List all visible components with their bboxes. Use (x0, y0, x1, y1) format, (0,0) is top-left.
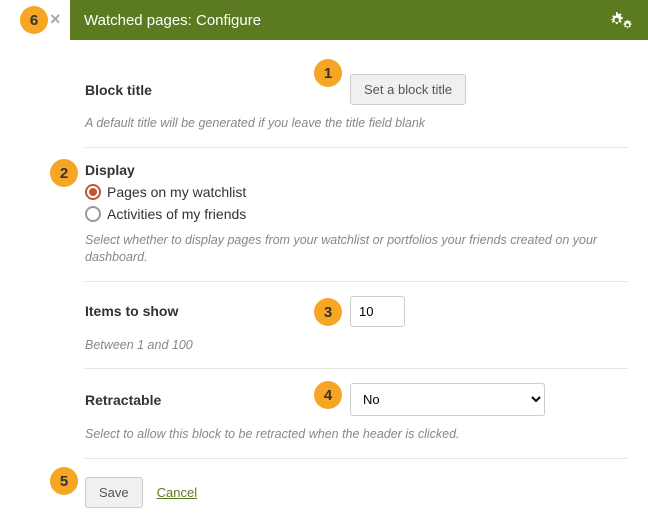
annotation-badge-5: 5 (50, 467, 78, 495)
display-section: Display Pages on my watchlist Activities… (85, 148, 628, 282)
items-to-show-section: Items to show Between 1 and 100 (85, 282, 628, 370)
annotation-badge-1: 1 (314, 59, 342, 87)
actions-row: Save Cancel (85, 477, 628, 508)
retractable-section: Retractable No Select to allow this bloc… (85, 369, 628, 459)
close-icon[interactable]: × (50, 10, 61, 28)
annotation-badge-6: 6 (20, 6, 48, 34)
retractable-help: Select to allow this block to be retract… (85, 426, 628, 444)
radio-friends[interactable]: Activities of my friends (85, 206, 628, 222)
radio-watchlist-label: Pages on my watchlist (107, 184, 246, 200)
block-title-section: Block title Set a block title A default … (85, 60, 628, 148)
block-title-label: Block title (85, 82, 350, 98)
modal-title: Watched pages: Configure (84, 12, 606, 29)
display-label: Display (85, 162, 628, 178)
retractable-select[interactable]: No (350, 383, 545, 416)
cancel-link[interactable]: Cancel (157, 485, 197, 500)
radio-friends-label: Activities of my friends (107, 206, 246, 222)
block-title-help: A default title will be generated if you… (85, 115, 628, 133)
annotation-badge-2: 2 (50, 159, 78, 187)
radio-friends-input[interactable] (85, 206, 101, 222)
set-block-title-button[interactable]: Set a block title (350, 74, 466, 105)
gear-icon[interactable] (606, 10, 634, 30)
items-to-show-help: Between 1 and 100 (85, 337, 628, 355)
retractable-label: Retractable (85, 392, 350, 408)
annotation-badge-3: 3 (314, 298, 342, 326)
save-button[interactable]: Save (85, 477, 143, 508)
radio-watchlist-input[interactable] (85, 184, 101, 200)
annotation-badge-4: 4 (314, 381, 342, 409)
modal-header: Watched pages: Configure (70, 0, 648, 40)
display-help: Select whether to display pages from you… (85, 232, 628, 267)
radio-watchlist[interactable]: Pages on my watchlist (85, 184, 628, 200)
items-to-show-label: Items to show (85, 303, 350, 319)
items-to-show-input[interactable] (350, 296, 405, 327)
